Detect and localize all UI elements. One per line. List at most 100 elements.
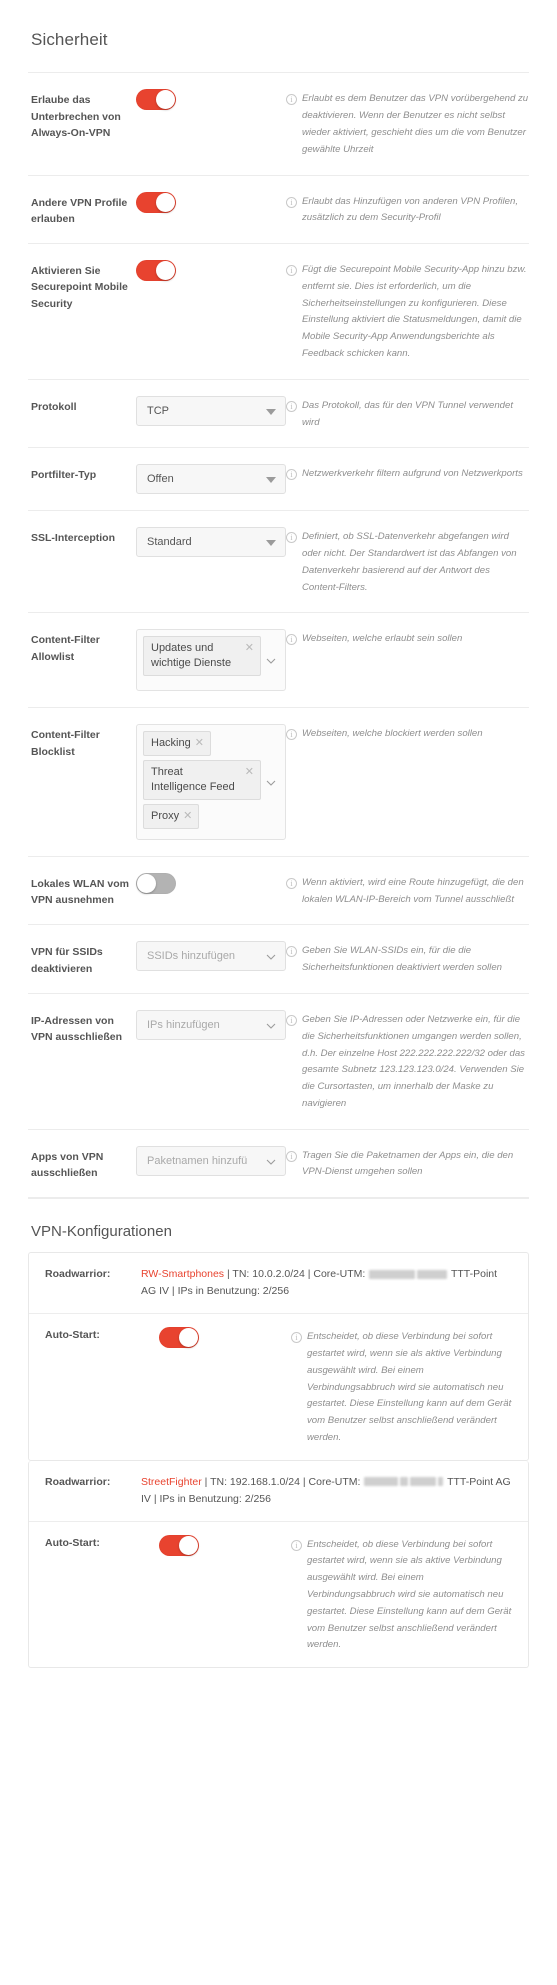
chip-item[interactable]: Updates und wichtige Dienste ✕ [143, 636, 261, 677]
select-exclude-ip-addresses-from-vpn[interactable]: IPs hinzufügen [136, 1009, 286, 1040]
toggle-knob [156, 90, 175, 110]
select-value: TCP [147, 404, 169, 417]
autostart-label: Auto-Start: [45, 1536, 100, 1549]
help-text: Netzwerkverkehr filtern aufgrund von Net… [302, 468, 523, 480]
chip-remove-icon[interactable]: ✕ [183, 809, 192, 823]
setting-control: TCP [136, 395, 286, 426]
setting-label: SSL-Interception [31, 532, 116, 545]
setting-help: i Definiert, ob SSL-Datenverkehr abgefan… [286, 527, 529, 596]
setting-control: Offen [136, 464, 286, 495]
setting-label: Protokoll [31, 400, 77, 413]
chip-remove-icon[interactable]: ✕ [245, 765, 254, 779]
select-placeholder: Paketnamen hinzufü [147, 1154, 248, 1167]
chevron-down-icon[interactable] [266, 778, 276, 787]
info-icon: i [286, 729, 297, 741]
setting-row-exclude-local-wlan-from-vpn: Lokales WLAN vom VPN ausnehmen i Wenn ak… [28, 857, 529, 926]
select-value: Standard [147, 536, 192, 549]
setting-control: Standard [136, 527, 286, 558]
autostart-control [141, 1534, 291, 1561]
setting-row-allow-interrupt-always-on-vpn: Erlaube das Unterbrechen von Always-On-V… [28, 73, 529, 176]
toggle-enable-securepoint-mobile-security[interactable] [136, 260, 176, 282]
help-text: Geben Sie IP-Adressen oder Netzwerke ein… [302, 1013, 525, 1109]
setting-control [136, 89, 286, 115]
help-text: Erlaubt es dem Benutzer das VPN vorüberg… [302, 93, 529, 155]
roadwarrior-label: Roadwarrior: [45, 1475, 111, 1488]
chip-label: Threat Intelligence Feed [151, 766, 235, 794]
setting-help: i Das Protokoll, das für den VPN Tunnel … [286, 396, 529, 432]
vpn-config-card: Roadwarrior: RW-Smartphones | TN: 10.0.2… [28, 1252, 529, 1461]
redacted-text: xxx [417, 1269, 448, 1279]
vpn-roadwarrior-row: Roadwarrior: RW-Smartphones | TN: 10.0.2… [29, 1253, 528, 1315]
chip-remove-icon[interactable]: ✕ [245, 641, 254, 655]
setting-help: i Netzwerkverkehr filtern aufgrund von N… [286, 464, 529, 483]
help-text: Geben Sie WLAN-SSIDs ein, für die die Si… [302, 945, 502, 974]
setting-help: i Geben Sie IP-Adressen oder Netzwerke e… [286, 1010, 529, 1113]
select-placeholder: IPs hinzufügen [147, 1018, 220, 1031]
toggle-autostart-0[interactable] [159, 1327, 199, 1349]
setting-help: i Geben Sie WLAN-SSIDs ein, für die die … [286, 941, 529, 977]
autostart-help: i Entscheidet, ob diese Verbindung bei s… [291, 1535, 514, 1654]
multiselect-content-filter-allowlist[interactable]: Updates und wichtige Dienste ✕ [136, 629, 286, 692]
redacted-text: x [400, 1477, 409, 1487]
info-icon: i [286, 946, 297, 958]
vpn-autostart-row: Auto-Start: i Entscheidet, ob diese Verb… [29, 1314, 528, 1459]
info-icon: i [286, 634, 297, 646]
roadwarrior-link[interactable]: RW-Smartphones [141, 1268, 224, 1280]
setting-label: Content-Filter Allowlist [31, 634, 100, 663]
setting-label: Andere VPN Profile erlauben [31, 196, 128, 225]
select-exclude-apps-from-vpn[interactable]: Paketnamen hinzufü [136, 1145, 286, 1176]
setting-row-exclude-apps-from-vpn: Apps von VPN ausschließen Paketnamen hin… [28, 1130, 529, 1199]
chevron-down-icon [266, 1021, 276, 1030]
chip-label: Proxy [151, 809, 180, 822]
help-text: Webseiten, welche blockiert werden solle… [302, 728, 483, 740]
autostart-help: i Entscheidet, ob diese Verbindung bei s… [291, 1327, 514, 1446]
autostart-control [141, 1327, 291, 1353]
roadwarrior-link[interactable]: StreetFighter [141, 1476, 202, 1488]
apps-section-divider [28, 1198, 529, 1200]
setting-row-exclude-ip-addresses-from-vpn: IP-Adressen von VPN ausschließen IPs hin… [28, 994, 529, 1130]
setting-row-allow-other-vpn-profiles: Andere VPN Profile erlauben i Erlaubt da… [28, 176, 529, 245]
setting-help: i Webseiten, welche erlaubt sein sollen [286, 629, 529, 648]
chevron-down-icon [266, 540, 276, 547]
toggle-allow-other-vpn-profiles[interactable] [136, 191, 176, 213]
setting-label: Apps von VPN ausschließen [31, 1150, 104, 1179]
chip-item[interactable]: Threat Intelligence Feed ✕ [143, 760, 261, 800]
chip-remove-icon[interactable]: ✕ [195, 736, 204, 750]
select-disable-vpn-for-ssids[interactable]: SSIDs hinzufügen [136, 941, 286, 972]
select-port-filter-type[interactable]: Offen [136, 464, 286, 495]
info-icon: i [286, 196, 297, 208]
toggle-allow-interrupt-always-on-vpn[interactable] [136, 89, 176, 111]
select-protocol[interactable]: TCP [136, 395, 286, 426]
help-text: Entscheidet, ob diese Verbindung bei sof… [307, 1538, 512, 1651]
chevron-down-icon [266, 477, 276, 484]
setting-help: i Wenn aktiviert, wird eine Route hinzug… [286, 873, 529, 909]
vpn-configurations-title: VPN-Konfigurationen [31, 1223, 172, 1241]
toggle-autostart-1[interactable] [159, 1534, 199, 1556]
setting-label: VPN für SSIDs deaktivieren [31, 946, 103, 975]
roadwarrior-label: Roadwarrior: [45, 1268, 111, 1281]
setting-row-port-filter-type: Portfilter-Typ Offen i Netzwerkverkehr f… [28, 448, 529, 512]
help-text: Definiert, ob SSL-Datenverkehr abgefange… [302, 531, 517, 593]
setting-row-content-filter-blocklist: Content-Filter Blocklist Hacking ✕ Threa… [28, 708, 529, 857]
chip-item[interactable]: Proxy ✕ [143, 803, 200, 829]
info-icon: i [291, 1539, 302, 1551]
setting-help: i Erlaubt das Hinzufügen von anderen VPN… [286, 192, 529, 228]
vpn-autostart-row: Auto-Start: i Entscheidet, ob diese Verb… [29, 1522, 528, 1667]
info-icon: i [286, 400, 297, 412]
toggle-knob [137, 873, 156, 893]
chip-item[interactable]: Hacking ✕ [143, 731, 211, 757]
info-icon: i [286, 1150, 297, 1162]
setting-control [136, 191, 286, 218]
setting-label: Content-Filter Blocklist [31, 729, 100, 758]
info-icon: i [286, 877, 297, 889]
redacted-text: xxx [364, 1477, 399, 1487]
info-icon: i [286, 265, 297, 277]
redacted-text: x [438, 1477, 444, 1487]
chevron-down-icon[interactable] [266, 656, 276, 665]
security-settings-page: Sicherheit Erlaube das Unterbrechen von … [0, 0, 557, 1724]
toggle-exclude-local-wlan-from-vpn[interactable] [136, 872, 176, 894]
multiselect-content-filter-blocklist[interactable]: Hacking ✕ Threat Intelligence Feed ✕ Pro… [136, 724, 286, 840]
select-ssl-interception[interactable]: Standard [136, 527, 286, 558]
autostart-label: Auto-Start: [45, 1329, 100, 1342]
redacted-text: xxxxx [369, 1269, 416, 1279]
